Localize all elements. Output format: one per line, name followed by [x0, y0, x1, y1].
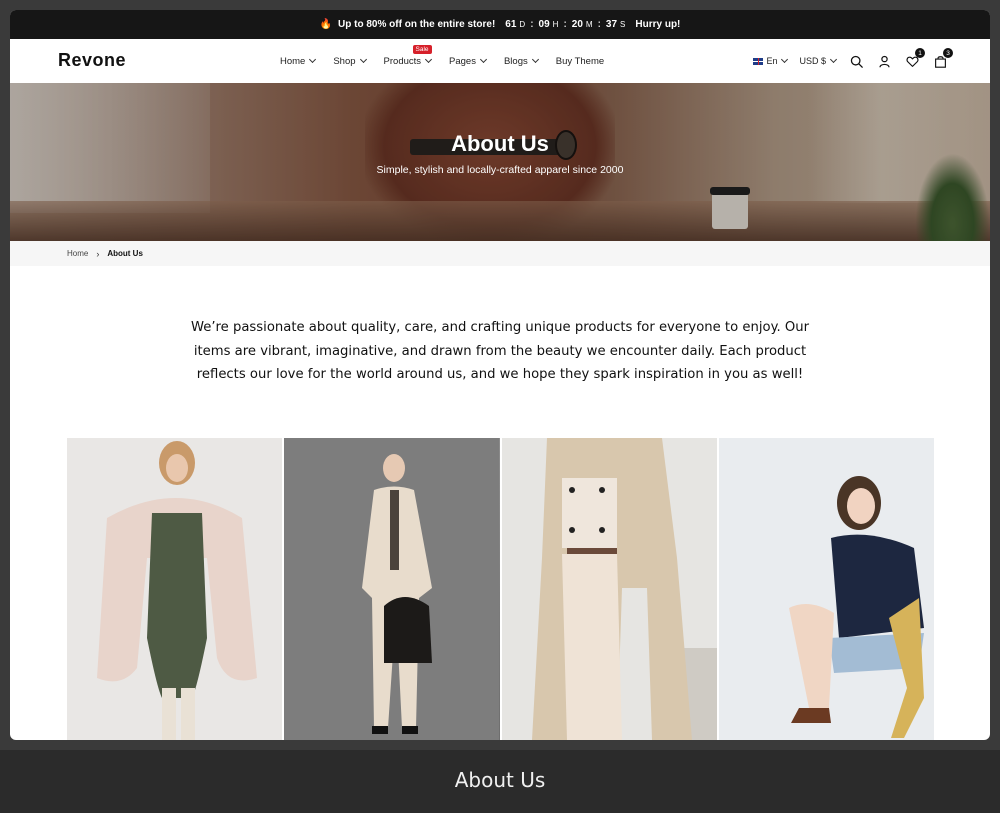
- countdown-separator: :: [530, 19, 534, 30]
- nav-item-label: Blogs: [503, 55, 528, 67]
- countdown-timer: 61 D : 09 H : 20 M : 37 S: [505, 19, 625, 30]
- gallery-photo-fur-coat: [67, 438, 283, 740]
- page-title: About Us: [451, 131, 549, 156]
- breadcrumb-home-link[interactable]: Home: [67, 249, 88, 258]
- cream-suit-model-image: [284, 438, 500, 740]
- language-selector[interactable]: En: [753, 55, 789, 66]
- gallery-photo-sitting-girl: [718, 438, 934, 740]
- fire-icon: 🔥: [319, 19, 333, 30]
- uk-flag-icon: [753, 57, 764, 65]
- trench-coat-model-image: [501, 438, 717, 740]
- chevron-down-icon: [424, 55, 433, 64]
- language-label: En: [766, 56, 778, 66]
- chevron-down-icon: [531, 55, 539, 64]
- screenshot-caption: About Us: [454, 768, 546, 792]
- chevron-down-icon: [359, 55, 367, 64]
- chevron-down-icon: [309, 55, 317, 64]
- nav-item-label: Pages: [449, 55, 476, 67]
- nav-item-products[interactable]: Sale Products: [383, 44, 433, 67]
- breadcrumb: Home › About Us: [10, 241, 990, 266]
- header-actions: En USD $ 1 3: [753, 39, 953, 83]
- gallery-photo-cream-suit: [284, 438, 500, 740]
- chevron-down-icon: [829, 55, 838, 64]
- countdown-days: 61: [505, 19, 517, 30]
- nav-item-label: Buy Theme: [555, 55, 605, 67]
- currency-label: USD $: [799, 56, 826, 66]
- photo-gallery: [67, 438, 934, 740]
- fur-coat-model-image: [67, 438, 282, 740]
- account-button[interactable]: [876, 53, 892, 69]
- chevron-down-icon: [479, 55, 488, 64]
- nav-item-home[interactable]: Home: [280, 55, 317, 67]
- countdown-separator: :: [563, 19, 567, 30]
- site-header: Revone Home Shop Sale Products Pages Blo…: [10, 39, 990, 83]
- cart-button[interactable]: 3: [932, 48, 953, 69]
- nav-item-label: Home: [280, 55, 306, 67]
- announcement-text: Up to 80% off on the entire store!: [338, 19, 496, 30]
- announcement-bar: 🔥 Up to 80% off on the entire store! 61 …: [10, 10, 990, 39]
- countdown-days-unit: D: [519, 20, 526, 29]
- chevron-right-icon: ›: [96, 248, 100, 259]
- wishlist-count-badge: 1: [915, 48, 925, 58]
- hero-banner: About Us Simple, stylish and locally-cra…: [10, 83, 990, 241]
- chevron-down-icon: [781, 55, 789, 64]
- main-nav: Home Shop Sale Products Pages Blogs Buy …: [280, 39, 604, 83]
- countdown-hours: 09: [538, 19, 550, 30]
- wishlist-button[interactable]: 1: [904, 48, 925, 69]
- nav-item-label: Products: [383, 55, 422, 67]
- gallery-photo-trench-coat: [501, 438, 717, 740]
- browser-viewport: 🔥 Up to 80% off on the entire store! 61 …: [10, 10, 990, 740]
- nav-item-label: Shop: [333, 55, 356, 67]
- breadcrumb-current: About Us: [107, 249, 143, 258]
- search-icon: [850, 55, 863, 68]
- countdown-seconds: 37: [605, 19, 618, 30]
- countdown-minutes: 20: [571, 19, 583, 30]
- nav-item-shop[interactable]: Shop: [333, 55, 367, 67]
- user-icon: [878, 55, 890, 67]
- nav-item-pages[interactable]: Pages: [449, 55, 488, 67]
- countdown-seconds-unit: S: [620, 20, 626, 29]
- nav-item-buy-theme[interactable]: Buy Theme: [556, 56, 604, 67]
- intro-paragraph: We’re passionate about quality, care, an…: [190, 320, 810, 382]
- search-button[interactable]: [848, 53, 864, 69]
- site-logo[interactable]: Revone: [58, 50, 126, 71]
- announcement-cta[interactable]: Hurry up!: [635, 19, 680, 30]
- countdown-hours-unit: H: [552, 20, 559, 29]
- hero-overlay: [10, 83, 990, 241]
- countdown-separator: :: [597, 19, 601, 30]
- page-subtitle: Simple, stylish and locally-crafted appa…: [376, 164, 624, 176]
- currency-selector[interactable]: USD $: [799, 55, 838, 66]
- cart-count-badge: 3: [943, 48, 953, 58]
- sitting-girl-model-image: [718, 438, 934, 740]
- countdown-minutes-unit: M: [585, 20, 593, 29]
- sale-badge: Sale: [412, 44, 432, 54]
- nav-item-blogs[interactable]: Blogs: [503, 55, 539, 67]
